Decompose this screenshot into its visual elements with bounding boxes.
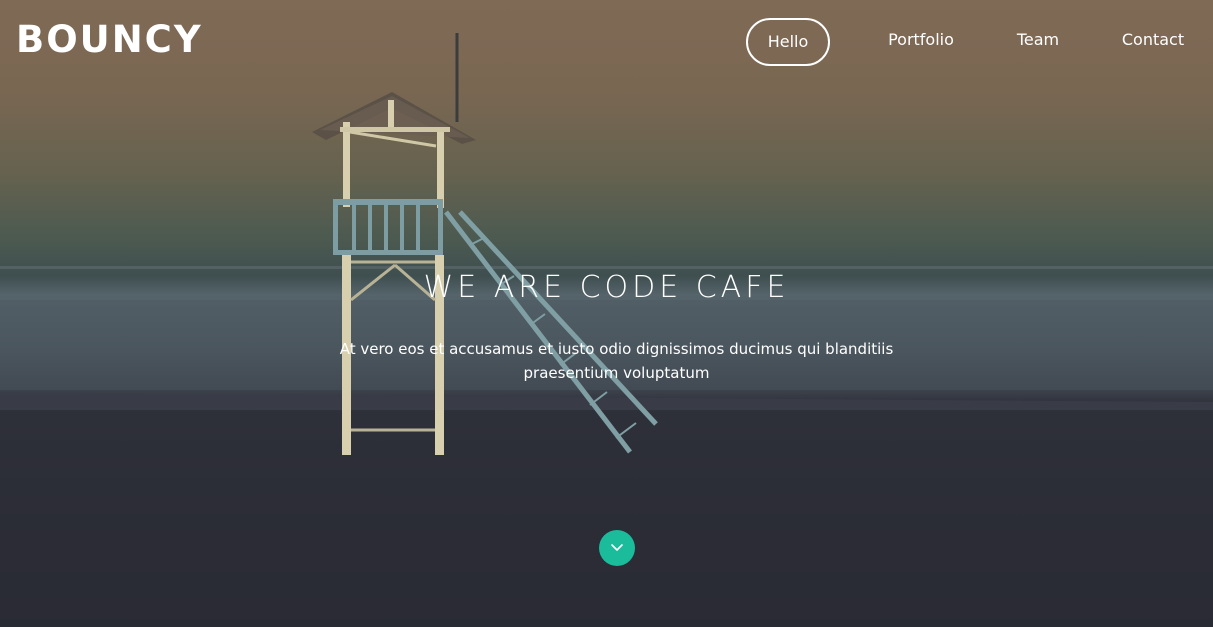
nav-item-hello[interactable]: Hello [746, 18, 830, 66]
chevron-down-icon [611, 544, 623, 551]
hero-headline: WE ARE CODE CAFE [423, 270, 790, 305]
nav-item-portfolio[interactable]: Portfolio [879, 18, 963, 66]
site-logo[interactable]: BOUNCY [16, 20, 203, 60]
nav-item-contact[interactable]: Contact [1113, 18, 1193, 66]
scroll-down-button[interactable] [599, 530, 635, 566]
hero-subtext: At vero eos et accusamus et iusto odio d… [339, 340, 894, 382]
nav-item-team[interactable]: Team [1003, 18, 1073, 66]
hero-section: BOUNCY Hello Portfolio Team Contact WE A… [0, 0, 1213, 627]
